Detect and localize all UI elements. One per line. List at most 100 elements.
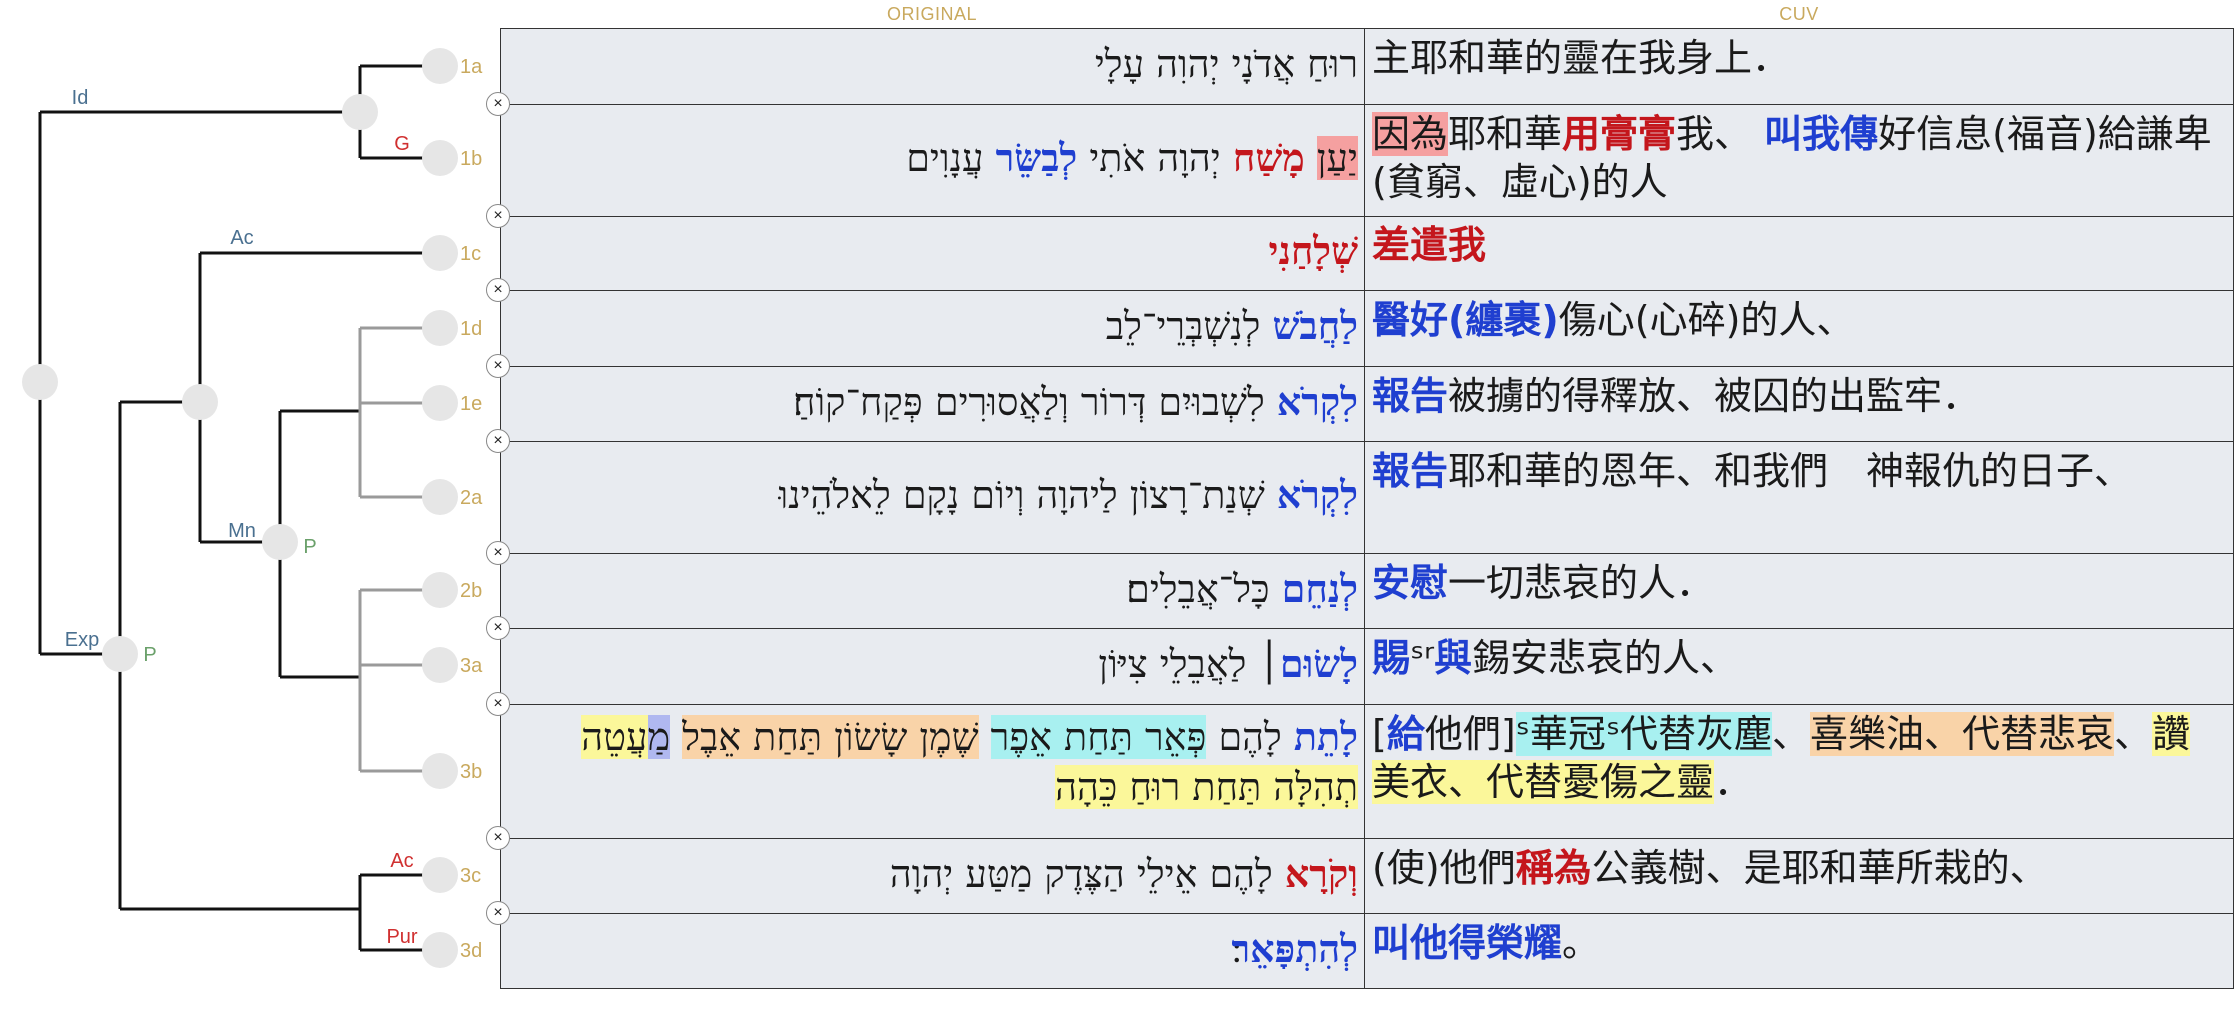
row-divider bbox=[500, 216, 2234, 217]
merge-rows-close-icon[interactable]: × bbox=[486, 204, 510, 228]
cuv-segment: 稱為 bbox=[1515, 845, 1592, 890]
merge-rows-close-icon[interactable]: × bbox=[486, 901, 510, 925]
cuv-clause-1e: 報告被擄的得釋放、被囚的出監牢． bbox=[1372, 372, 2228, 420]
tree-leaf-node[interactable] bbox=[422, 140, 458, 176]
tree-label-ac: Ac bbox=[230, 227, 253, 249]
cuv-clause-2b: 安慰一切悲哀的人． bbox=[1372, 559, 2228, 607]
tree-node[interactable] bbox=[22, 364, 58, 400]
cuv-segment: 賜 bbox=[1372, 636, 1411, 680]
tree-leaf-node[interactable] bbox=[422, 932, 458, 968]
merge-rows-close-icon[interactable]: × bbox=[486, 826, 510, 850]
cuv-segment: (使)他們 bbox=[1372, 845, 1516, 890]
merge-rows-close-icon[interactable]: × bbox=[486, 278, 510, 302]
merge-rows-close-icon[interactable]: × bbox=[486, 92, 510, 116]
merge-rows-close-icon[interactable]: × bbox=[486, 354, 510, 378]
row-divider bbox=[500, 441, 2234, 442]
hebrew-segment: לָתֵת bbox=[1293, 714, 1358, 759]
hebrew-segment: לְנִשְׁבְּרֵי־לֵב bbox=[1105, 304, 1273, 348]
hebrew-segment: לָהֶם אֵילֵי הַצֶּדֶק מַטַּע יְהוָה bbox=[889, 851, 1285, 896]
translation-column-header: CUV bbox=[1779, 4, 1819, 24]
tree-leaf-node[interactable] bbox=[422, 572, 458, 608]
cuv-segment: 耶和華的恩年、和我們 神報仇的日子、 bbox=[1448, 449, 2133, 493]
hebrew-segment: וְקֹרָא bbox=[1284, 850, 1358, 896]
cuv-clause-1a: 主耶和華的靈在我身上． bbox=[1372, 34, 2228, 82]
hebrew-clause-1b: יַעַן מָשַׁח יְהוָה אֹתִי לְבַשֵּׂר עֲנָ… bbox=[504, 133, 1358, 183]
cuv-clause-3d: 叫他得榮耀。 bbox=[1372, 919, 2228, 967]
hebrew-clause-1d: לַחֲבֹשׁ לְנִשְׁבְּרֵי־לֵב bbox=[504, 301, 1358, 351]
tree-node[interactable] bbox=[102, 636, 138, 672]
tree-leaf-node[interactable] bbox=[422, 479, 458, 515]
hebrew-segment: שְׁנַת־רָצוֹן לַיהוָה וְיוֹם נָקָם לֵאלֹ… bbox=[778, 473, 1277, 517]
clause-tree-diagram: 1a 1b 1c 1d 1e 2a 2b 3a 3b 3c 3d Id G Ac Mn P Exp P Ac Pur bbox=[22, 48, 483, 968]
hebrew-segment: פְּאֵר תַּחַת אֵפֶר bbox=[990, 715, 1207, 759]
hebrew-segment: מָשַׁח bbox=[1232, 135, 1305, 180]
row-divider bbox=[500, 913, 2234, 914]
hebrew-segment: לְבַשֵּׂר bbox=[995, 135, 1078, 180]
tree-label-ac: Ac bbox=[390, 850, 413, 872]
hebrew-segment: ׀ לַאֲבֵלֵי צִיּוֹן bbox=[1098, 642, 1280, 686]
tree-node[interactable] bbox=[182, 384, 218, 420]
cuv-clause-3b: [給他們]ˢ華冠ˢ代替灰塵、喜樂油、代替悲哀、讚美衣、代替憂傷之靈． bbox=[1372, 710, 2228, 806]
tree-label-id: Id bbox=[72, 87, 89, 109]
merge-rows-close-icon[interactable]: × bbox=[486, 692, 510, 716]
row-divider bbox=[500, 704, 2234, 705]
tree-leaf-label: 3c bbox=[460, 865, 481, 887]
tree-leaf-node[interactable] bbox=[422, 647, 458, 683]
cuv-segment: 公義樹、是耶和華所栽的、 bbox=[1591, 845, 2048, 890]
hebrew-segment bbox=[979, 715, 991, 759]
hebrew-segment: מ bbox=[647, 715, 671, 759]
cuv-segment: 與 bbox=[1434, 636, 1473, 680]
cuv-segment: 叫他得榮耀 bbox=[1372, 921, 1563, 965]
cuv-clause-1c: 差遣我 bbox=[1372, 221, 2228, 269]
tree-leaf-label: 2b bbox=[460, 580, 482, 602]
cuv-clause-2a: 報告耶和華的恩年、和我們 神報仇的日子、 bbox=[1372, 447, 2228, 495]
tree-leaf-node[interactable] bbox=[422, 753, 458, 789]
cuv-segment: 醫好(纏裹) bbox=[1372, 298, 1559, 342]
tree-leaf-label: 1c bbox=[460, 243, 481, 265]
hebrew-clause-3a: לָשׂוּם׀ לַאֲבֵלֵי צִיּוֹן bbox=[504, 639, 1358, 689]
tree-label-mn: Mn bbox=[228, 520, 256, 542]
cuv-segment: ˢ華冠ˢ代替灰塵 bbox=[1515, 712, 1773, 756]
cuv-segment: 我、 bbox=[1676, 112, 1765, 156]
hebrew-clause-1c: שְׁלָחַנִי bbox=[504, 226, 1359, 276]
cuv-segment: 他們] bbox=[1424, 712, 1516, 756]
tree-label-p: P bbox=[143, 644, 156, 666]
tree-leaf-label: 2a bbox=[460, 487, 483, 509]
row-divider bbox=[500, 290, 2234, 291]
tree-leaf-node[interactable] bbox=[422, 48, 458, 84]
tree-leaf-label: 3b bbox=[460, 761, 482, 783]
row-divider bbox=[500, 628, 2234, 629]
tree-leaf-node[interactable] bbox=[422, 235, 458, 271]
merge-rows-close-icon[interactable]: × bbox=[486, 429, 510, 453]
tree-leaf-node[interactable] bbox=[422, 857, 458, 893]
hebrew-segment bbox=[670, 715, 682, 759]
column-divider bbox=[1364, 28, 1365, 989]
tree-node[interactable] bbox=[342, 94, 378, 130]
cuv-clause-1d: 醫好(纏裹)傷心(心碎)的人、 bbox=[1372, 296, 2228, 344]
tree-label-exp: Exp bbox=[65, 629, 99, 651]
tree-leaf-node[interactable] bbox=[422, 310, 458, 346]
row-divider bbox=[500, 366, 2234, 367]
hebrew-segment: לְהִתְפָּאֵר bbox=[1231, 926, 1358, 971]
tree-node[interactable] bbox=[262, 524, 298, 560]
hebrew-segment: לִשְׁבוּיִם דְּרוֹר וְלַאֲסוּרִים פְּקַח… bbox=[792, 379, 1277, 424]
hebrew-segment bbox=[1305, 136, 1317, 180]
cuv-segment: 。 bbox=[1562, 921, 1601, 965]
tree-leaf-label: 1d bbox=[460, 318, 482, 340]
cuv-segment: ˢʳ bbox=[1410, 636, 1435, 680]
merge-rows-close-icon[interactable]: × bbox=[486, 616, 510, 640]
original-column-header: ORIGINAL bbox=[886, 4, 978, 24]
cuv-clause-3a: 賜ˢʳ與錫安悲哀的人、 bbox=[1372, 634, 2228, 682]
row-divider bbox=[500, 104, 2234, 105]
tree-leaf-node[interactable] bbox=[422, 385, 458, 421]
merge-rows-close-icon[interactable]: × bbox=[486, 541, 510, 565]
hebrew-segment: שֶׁמֶן שָׂשׂוֹן תַּחַת אֵבֶל bbox=[682, 715, 979, 759]
hebrew-segment: לִקְרֹא bbox=[1276, 378, 1358, 424]
tree-label-p: P bbox=[303, 536, 316, 558]
hebrew-clause-2b: לְנַחֵם כָּל־אֲבֵלִים׃ bbox=[504, 564, 1358, 614]
cuv-segment: 一切悲哀的人． bbox=[1448, 560, 1715, 605]
tree-leaf-label: 1a bbox=[460, 56, 483, 78]
hebrew-segment: לָהֶם bbox=[1206, 715, 1294, 759]
row-divider bbox=[500, 838, 2234, 839]
cuv-clause-3c: (使)他們稱為公義樹、是耶和華所栽的、 bbox=[1372, 844, 2228, 892]
